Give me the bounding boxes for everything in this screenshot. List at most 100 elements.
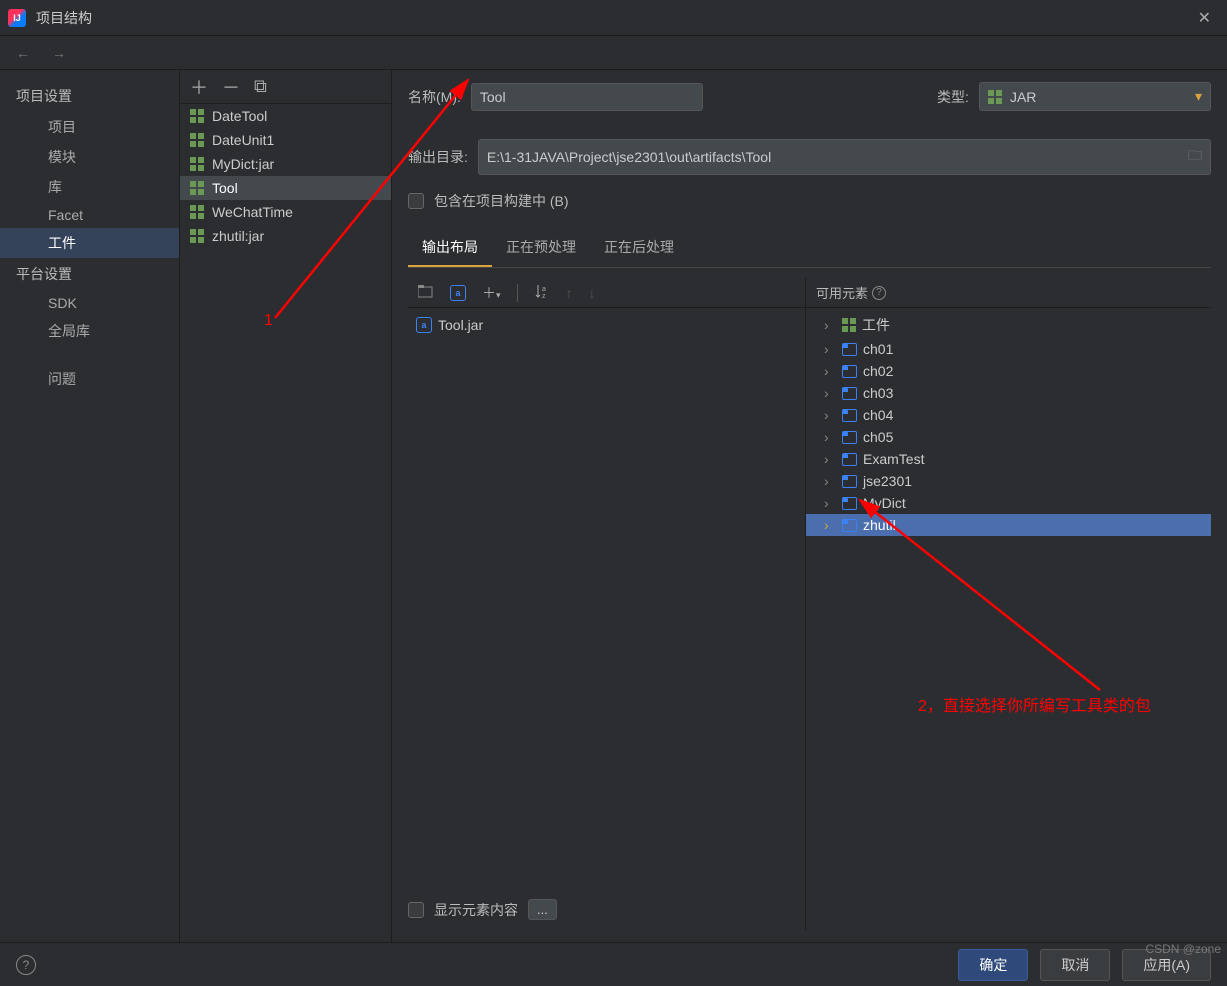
artifact-label: Tool <box>212 180 238 196</box>
close-button[interactable]: ✕ <box>1190 8 1219 28</box>
elem-ch03[interactable]: ›ch03 <box>806 382 1211 404</box>
module-icon <box>842 365 857 378</box>
module-icon <box>842 453 857 466</box>
left-nav: 项目设置 项目 模块 库 Facet 工件 平台设置 SDK 全局库 问题 <box>0 70 180 942</box>
module-icon <box>842 387 857 400</box>
available-panel: 可用元素 ? ›工件 ›ch01 ›ch02 ›ch03 ›ch04 ›ch05… <box>806 278 1211 930</box>
archive-icon: a <box>416 317 432 333</box>
move-down-button[interactable]: ↓ <box>585 283 600 303</box>
output-jar-label: Tool.jar <box>438 317 483 333</box>
module-icon <box>842 343 857 356</box>
name-label: 名称(M): <box>408 87 461 107</box>
app-icon: IJ <box>8 9 26 27</box>
artifact-zhutil[interactable]: zhutil:jar <box>180 224 391 248</box>
tab-output-layout[interactable]: 输出布局 <box>408 229 492 267</box>
module-icon <box>842 497 857 510</box>
more-button[interactable]: ... <box>528 899 557 920</box>
artifact-wechattime[interactable]: WeChatTime <box>180 200 391 224</box>
remove-artifact-button[interactable]: － <box>222 74 240 100</box>
cancel-button[interactable]: 取消 <box>1040 949 1110 981</box>
new-folder-button[interactable] <box>414 282 438 303</box>
nav-facet[interactable]: Facet <box>0 202 179 228</box>
chevron-down-icon: ▾ <box>1195 88 1202 105</box>
include-build-label: 包含在项目构建中 (B) <box>434 191 569 211</box>
elem-label: ch05 <box>863 429 893 445</box>
footer: ? 确定 取消 应用(A) <box>0 942 1227 986</box>
artifact-label: zhutil:jar <box>212 228 264 244</box>
nav-libraries[interactable]: 库 <box>0 172 179 202</box>
tab-postprocess[interactable]: 正在后处理 <box>590 229 688 267</box>
artifact-label: MyDict:jar <box>212 156 274 172</box>
output-tree[interactable]: a Tool.jar <box>408 308 805 889</box>
window-title: 项目结构 <box>36 8 1190 28</box>
available-tree[interactable]: ›工件 ›ch01 ›ch02 ›ch03 ›ch04 ›ch05 ›ExamT… <box>806 308 1211 930</box>
module-icon <box>842 519 857 532</box>
main-panel: 名称(M): 类型: JAR ▾ 输出目录: E:\1-31JAVA\Proje… <box>392 70 1227 942</box>
artifact-mydict[interactable]: MyDict:jar <box>180 152 391 176</box>
elem-ch05[interactable]: ›ch05 <box>806 426 1211 448</box>
tab-preprocess[interactable]: 正在预处理 <box>492 229 590 267</box>
name-input[interactable] <box>471 83 703 111</box>
type-value: JAR <box>1010 89 1036 105</box>
outdir-label: 输出目录: <box>408 147 468 167</box>
nav-modules[interactable]: 模块 <box>0 142 179 172</box>
svg-text:z: z <box>542 293 546 299</box>
module-icon <box>842 431 857 444</box>
module-icon <box>842 475 857 488</box>
artifact-tool[interactable]: Tool <box>180 176 391 200</box>
section-project-settings: 项目设置 <box>0 80 179 112</box>
section-platform-settings: 平台设置 <box>0 258 179 290</box>
elem-mydict[interactable]: ›MyDict <box>806 492 1211 514</box>
elem-label: 工件 <box>862 315 890 335</box>
artifact-datetool[interactable]: DateTool <box>180 104 391 128</box>
elem-label: MyDict <box>863 495 906 511</box>
artifact-toolbar: ＋ － ⧉ <box>180 70 391 104</box>
help-icon[interactable]: ? <box>872 286 886 300</box>
elem-ch01[interactable]: ›ch01 <box>806 338 1211 360</box>
add-artifact-button[interactable]: ＋ <box>190 74 208 100</box>
artifact-label: DateTool <box>212 108 267 124</box>
move-up-button[interactable]: ↑ <box>562 283 577 303</box>
elem-label: jse2301 <box>863 473 912 489</box>
nav-artifacts[interactable]: 工件 <box>0 228 179 258</box>
elem-ch02[interactable]: ›ch02 <box>806 360 1211 382</box>
output-jar-item[interactable]: a Tool.jar <box>412 314 801 336</box>
footer-help-button[interactable]: ? <box>16 955 36 975</box>
show-elem-checkbox[interactable] <box>408 902 424 918</box>
elem-examtest[interactable]: ›ExamTest <box>806 448 1211 470</box>
folder-icon[interactable]: 🗀 <box>1188 145 1202 169</box>
nav-sdk[interactable]: SDK <box>0 290 179 316</box>
back-button[interactable]: ← <box>10 43 36 63</box>
navbar: ← → <box>0 36 1227 70</box>
artifact-list: DateTool DateUnit1 MyDict:jar Tool WeCha… <box>180 104 391 248</box>
output-toolbar: a ＋▾ az ↑ ↓ <box>408 278 805 308</box>
elem-label: zhutil <box>863 517 896 533</box>
outdir-value: E:\1-31JAVA\Project\jse2301\out\artifact… <box>487 149 771 165</box>
type-label: 类型: <box>937 87 969 107</box>
include-build-checkbox[interactable] <box>408 193 424 209</box>
nav-project[interactable]: 项目 <box>0 112 179 142</box>
sort-button[interactable]: az <box>530 281 554 304</box>
available-header: 可用元素 <box>816 283 868 302</box>
elem-label: ch01 <box>863 341 893 357</box>
elem-artifacts[interactable]: ›工件 <box>806 312 1211 338</box>
add-copy-button[interactable]: ＋▾ <box>478 281 505 305</box>
artifact-dateunit1[interactable]: DateUnit1 <box>180 128 391 152</box>
elem-label: ExamTest <box>863 451 924 467</box>
show-elem-label: 显示元素内容 <box>434 900 518 920</box>
module-icon <box>842 409 857 422</box>
nav-problems[interactable]: 问题 <box>0 364 179 394</box>
ok-button[interactable]: 确定 <box>958 949 1028 981</box>
type-select[interactable]: JAR ▾ <box>979 82 1211 111</box>
copy-artifact-button[interactable]: ⧉ <box>254 76 267 97</box>
new-archive-button[interactable]: a <box>446 283 470 303</box>
output-layout-panel: a ＋▾ az ↑ ↓ a Tool.jar 显示元素内容 ... <box>408 278 806 930</box>
tabs: 输出布局 正在预处理 正在后处理 <box>408 229 1211 268</box>
outdir-input[interactable]: E:\1-31JAVA\Project\jse2301\out\artifact… <box>478 139 1211 175</box>
elem-ch04[interactable]: ›ch04 <box>806 404 1211 426</box>
elem-zhutil[interactable]: ›zhutil <box>806 514 1211 536</box>
nav-global-libs[interactable]: 全局库 <box>0 316 179 346</box>
forward-button[interactable]: → <box>46 43 72 63</box>
elem-jse2301[interactable]: ›jse2301 <box>806 470 1211 492</box>
artifact-column: ＋ － ⧉ DateTool DateUnit1 MyDict:jar Tool… <box>180 70 392 942</box>
